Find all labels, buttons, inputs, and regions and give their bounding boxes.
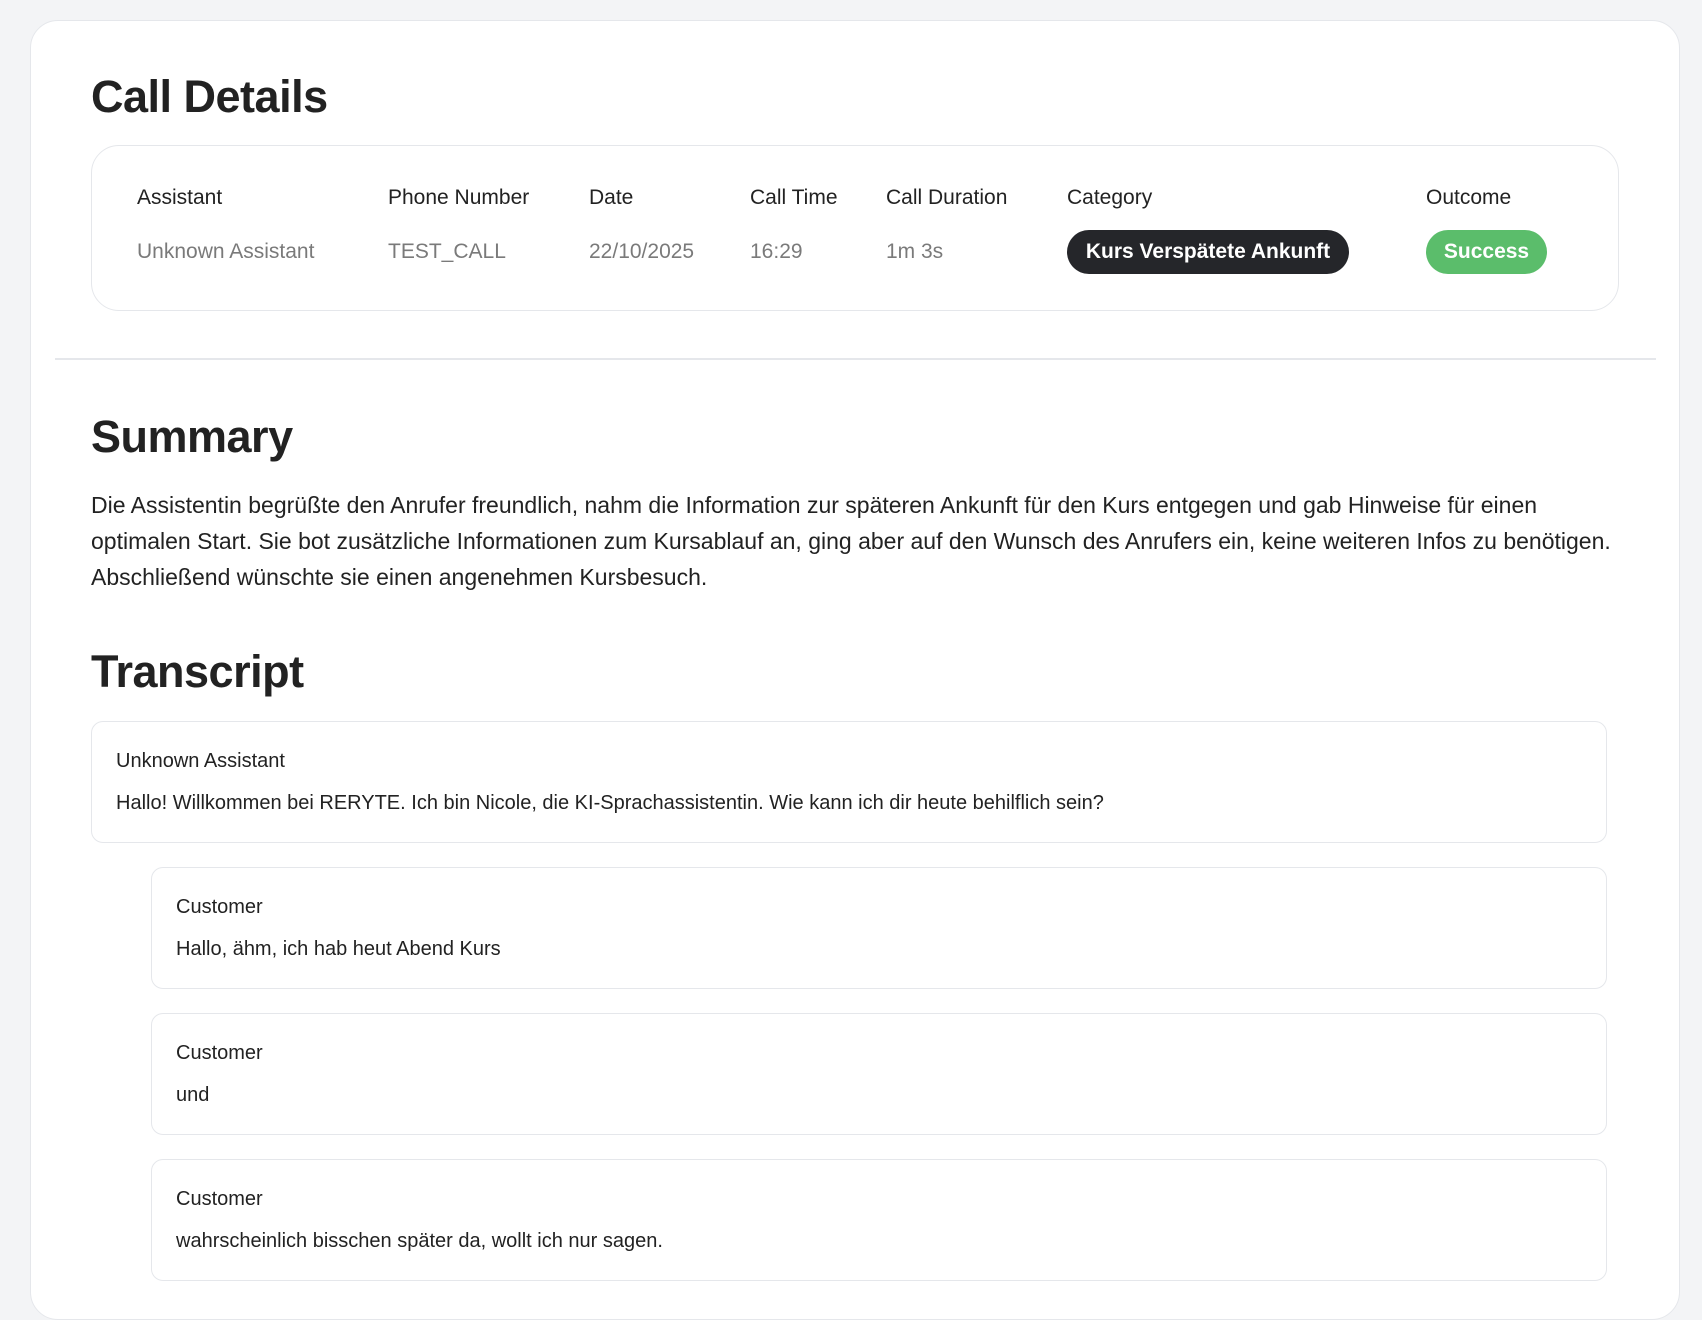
outcome-badge: Success xyxy=(1426,230,1547,274)
category-header: Category xyxy=(1067,186,1153,209)
summary-text: Die Assistentin begrüßte den Anrufer fre… xyxy=(91,492,1611,590)
call-details-title: Call Details xyxy=(91,71,328,122)
outcome-header: Outcome xyxy=(1426,186,1512,209)
assistant-header: Assistant xyxy=(137,186,223,209)
date-header: Date xyxy=(589,186,634,209)
transcript-title: Transcript xyxy=(91,646,304,697)
message-speaker: Unknown Assistant xyxy=(116,750,285,772)
phone-number-header: Phone Number xyxy=(388,186,530,209)
message-speaker: Customer xyxy=(176,896,263,918)
message-text: Hallo, ähm, ich hab heut Abend Kurs xyxy=(176,938,501,960)
transcript-message-customer: Customer und xyxy=(151,1013,1607,1135)
call-time-header: Call Time xyxy=(750,186,838,209)
summary-title: Summary xyxy=(91,411,293,462)
message-text: wahrscheinlich bisschen später da, wollt… xyxy=(176,1230,663,1252)
call-details-page: Call Details Assistant Unknown Assistant… xyxy=(30,20,1680,1320)
call-duration-header: Call Duration xyxy=(886,186,1008,209)
message-speaker: Customer xyxy=(176,1188,263,1210)
call-time-value: 16:29 xyxy=(750,240,803,263)
transcript-message-customer: Customer wahrscheinlich bisschen später … xyxy=(151,1159,1607,1281)
assistant-value: Unknown Assistant xyxy=(137,240,315,263)
phone-number-value: TEST_CALL xyxy=(388,240,506,263)
section-divider xyxy=(55,358,1656,360)
call-details-card: Assistant Unknown Assistant Phone Number… xyxy=(91,145,1619,311)
message-speaker: Customer xyxy=(176,1042,263,1064)
message-text: Hallo! Willkommen bei RERYTE. Ich bin Ni… xyxy=(116,792,1104,814)
message-text: und xyxy=(176,1084,210,1106)
transcript-message-assistant: Unknown Assistant Hallo! Willkommen bei … xyxy=(91,721,1607,843)
date-value: 22/10/2025 xyxy=(589,240,695,263)
transcript-message-customer: Customer Hallo, ähm, ich hab heut Abend … xyxy=(151,867,1607,989)
category-badge: Kurs Verspätete Ankunft xyxy=(1067,230,1349,274)
call-duration-value: 1m 3s xyxy=(886,240,944,263)
